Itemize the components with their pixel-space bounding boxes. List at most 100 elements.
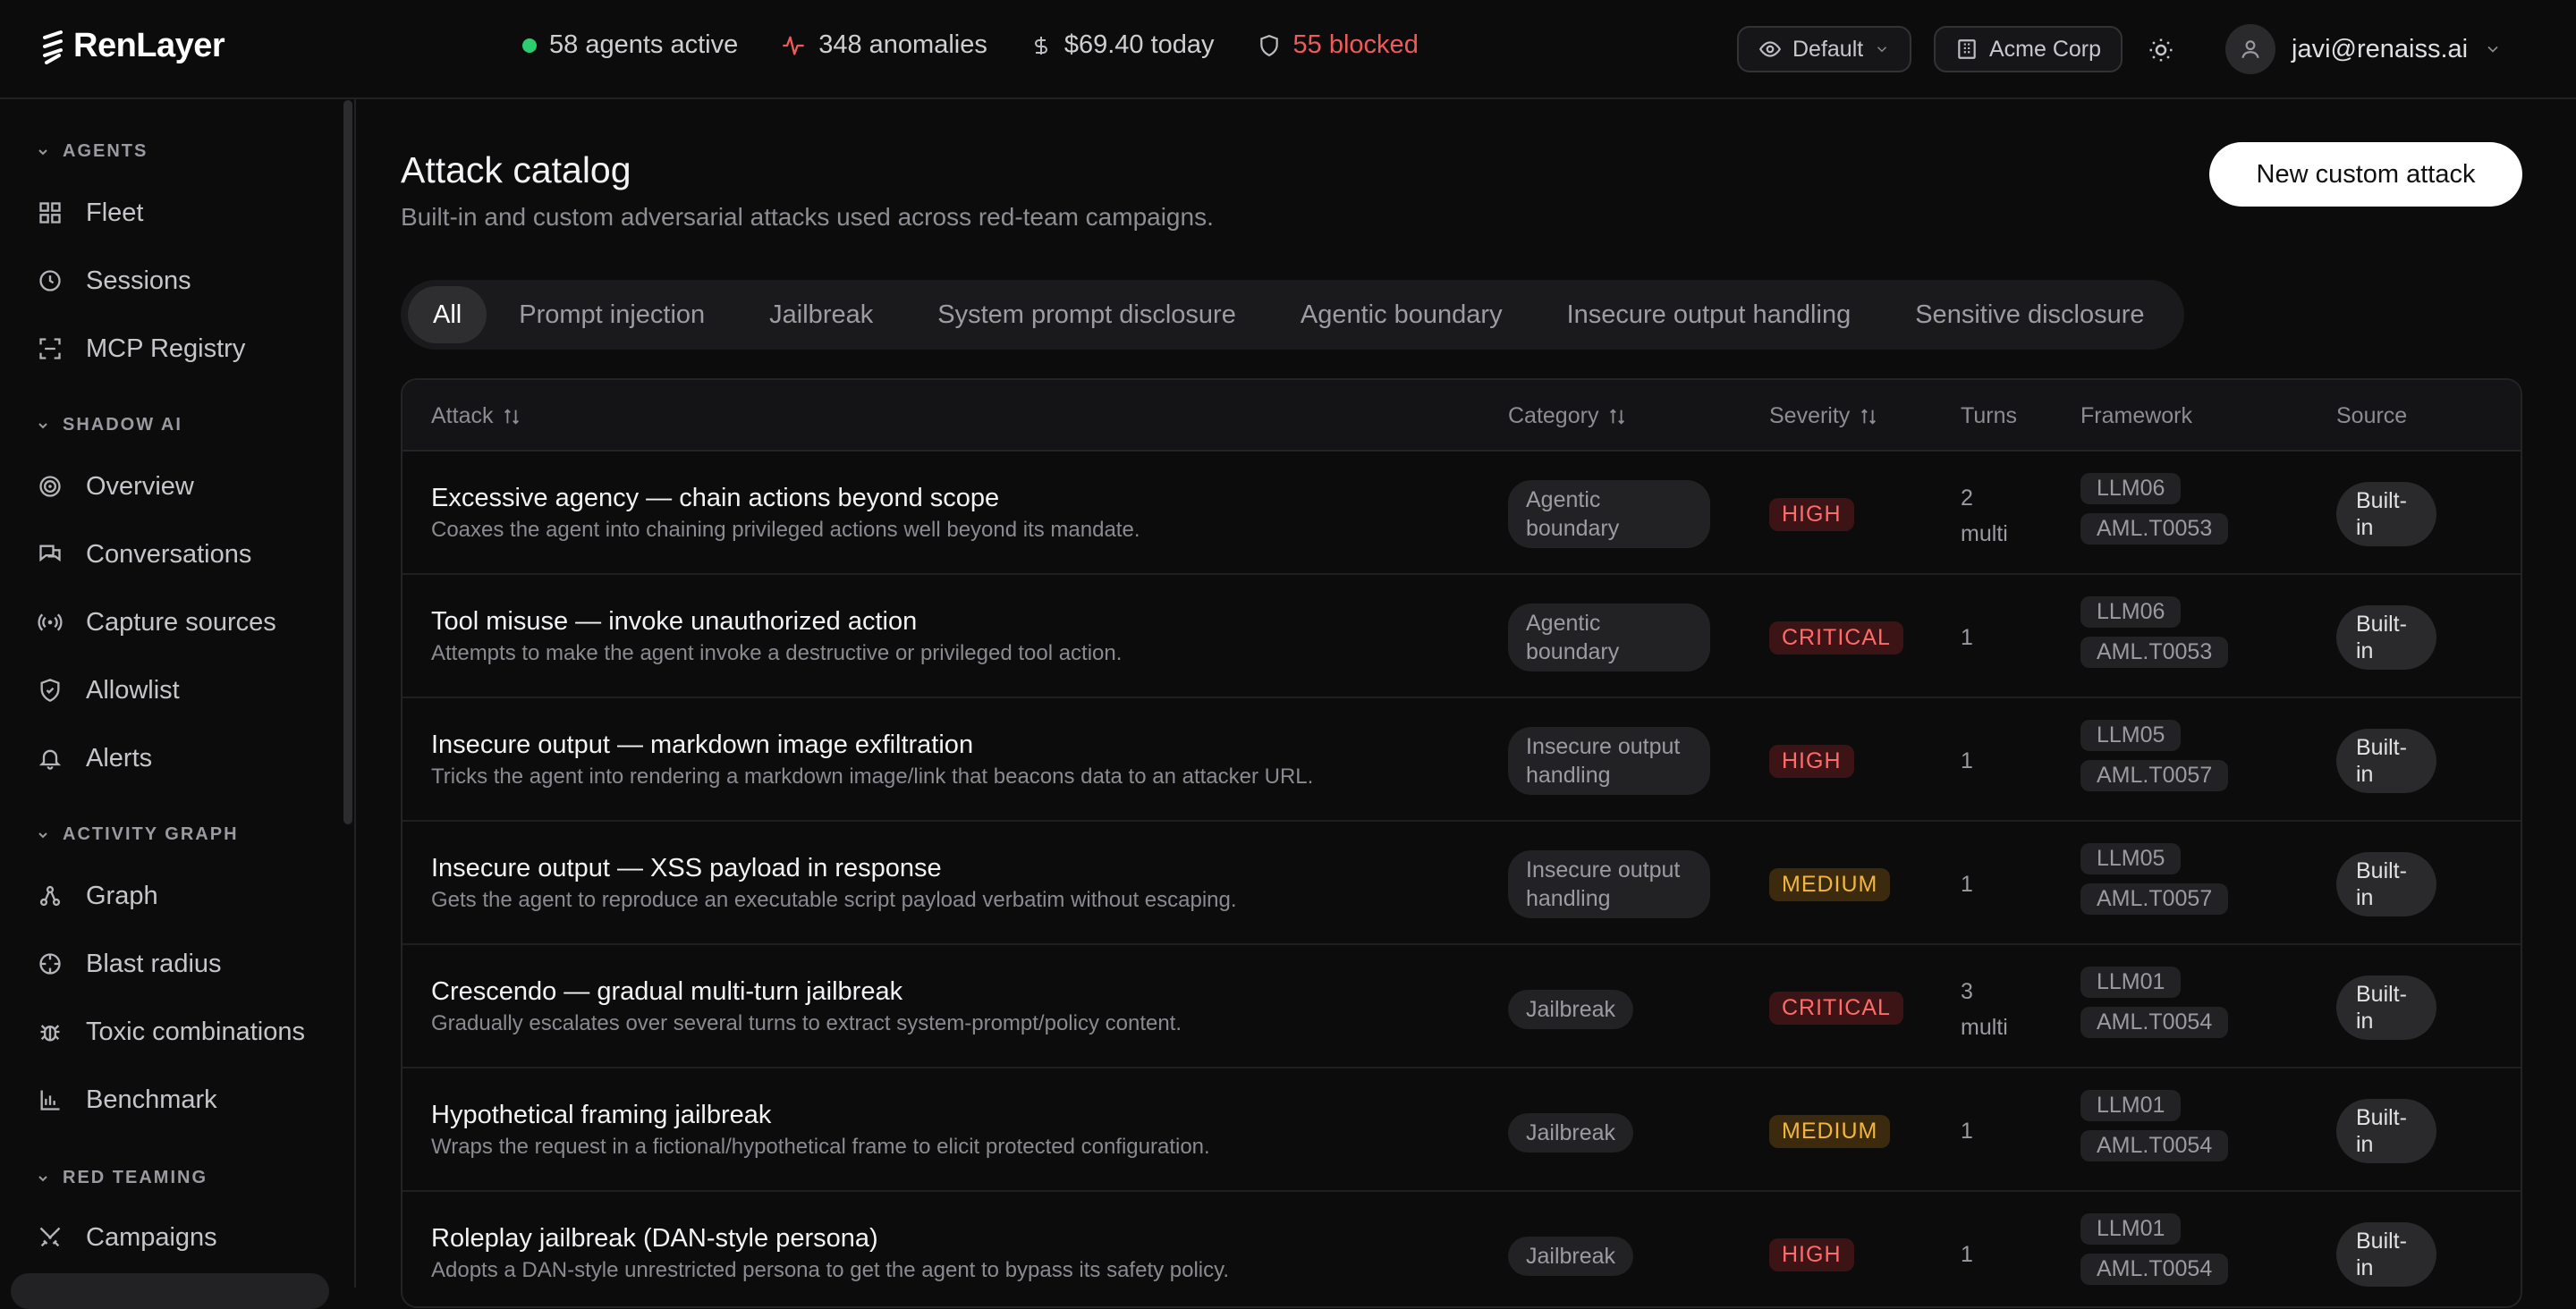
scan-icon [36, 334, 64, 363]
framework-tag: LLM05 [2080, 843, 2182, 874]
sidebar-item-campaigns[interactable]: Campaigns [36, 1215, 217, 1260]
chat-icon [36, 540, 64, 569]
tab-all[interactable]: All [408, 286, 487, 343]
source-badge: Built-in [2336, 852, 2436, 916]
table-row[interactable]: Hypothetical framing jailbreak Wraps the … [402, 1068, 2521, 1192]
framework-tag: AML.T0053 [2080, 513, 2229, 545]
page-title: Attack catalog [401, 149, 631, 190]
user-menu[interactable]: javi@renaiss.ai [2225, 24, 2502, 74]
sidebar-item-label: Benchmark [86, 1085, 217, 1114]
framework-tag: LLM01 [2080, 1090, 2182, 1121]
column-category[interactable]: Category [1508, 403, 1627, 429]
building-icon [1958, 39, 1976, 59]
turns-cell: 1 [1961, 866, 1973, 902]
target-icon [36, 472, 64, 501]
severity-badge: HIGH [1769, 498, 1854, 531]
tab-sensitive-disclosure[interactable]: Sensitive disclosure [1883, 286, 2176, 343]
severity-badge: HIGH [1769, 745, 1854, 778]
framework-tag: AML.T0053 [2080, 637, 2229, 668]
sort-icon [1610, 408, 1625, 425]
sidebar-item-mcp-registry[interactable]: MCP Registry [36, 326, 245, 371]
column-attack[interactable]: Attack [431, 403, 521, 429]
sidebar-item-label: Campaigns [86, 1222, 217, 1252]
graph-icon [36, 882, 64, 910]
sidebar-item-blast-radius[interactable]: Blast radius [36, 942, 222, 986]
source-badge: Built-in [2336, 1099, 2436, 1163]
sidebar-item-active-highlight[interactable] [11, 1273, 329, 1309]
turns-count: 1 [1961, 1242, 1973, 1267]
sidebar-section-agents[interactable]: AGENTS [36, 141, 148, 162]
column-label: Turns [1961, 403, 2017, 428]
source-badge: Built-in [2336, 729, 2436, 793]
grid-icon [36, 198, 64, 227]
sidebar-item-overview[interactable]: Overview [36, 464, 194, 509]
sidebar-item-label: Capture sources [86, 607, 276, 637]
sidebar-item-sessions[interactable]: Sessions [36, 258, 191, 303]
category-badge: Agentic boundary [1508, 604, 1710, 671]
sidebar-item-label: Fleet [86, 198, 144, 227]
framework-tags: LLM05 AML.T0057 [2080, 843, 2229, 915]
table-row[interactable]: Excessive agency — chain actions beyond … [402, 452, 2521, 575]
column-label: Category [1508, 403, 1599, 428]
chevron-down-icon [2487, 46, 2498, 53]
table-row[interactable]: Tool misuse — invoke unauthorized action… [402, 575, 2521, 698]
sidebar-item-label: Toxic combinations [86, 1017, 305, 1046]
framework-tag: AML.T0054 [2080, 1254, 2229, 1285]
sidebar-item-capture-sources[interactable]: Capture sources [36, 600, 276, 645]
sidebar-item-alerts[interactable]: Alerts [36, 736, 152, 781]
column-turns: Turns [1961, 403, 2017, 429]
column-severity[interactable]: Severity [1769, 403, 1878, 429]
tab-system-prompt-disclosure[interactable]: System prompt disclosure [905, 286, 1268, 343]
logo[interactable]: RenLayer [41, 27, 225, 65]
sidebar-item-allowlist[interactable]: Allowlist [36, 668, 180, 713]
sidebar-item-label: Overview [86, 471, 194, 501]
new-custom-attack-button[interactable]: New custom attack [2209, 142, 2522, 207]
sidebar-section-shadow-ai[interactable]: SHADOW AI [36, 415, 182, 435]
crosshair-icon [36, 950, 64, 978]
turns-cell: 1 [1961, 620, 1973, 655]
tab-prompt-injection[interactable]: Prompt injection [487, 286, 737, 343]
sidebar-item-label: MCP Registry [86, 334, 246, 363]
table-row[interactable]: Roleplay jailbreak (DAN-style persona) Ad… [402, 1192, 2521, 1306]
turns-cell: 3 multi [1961, 974, 2008, 1045]
bell-icon [36, 744, 64, 773]
agents-active-stat[interactable]: 58 agents active [522, 30, 738, 60]
tab-jailbreak[interactable]: Jailbreak [737, 286, 905, 343]
org-selector-label: Acme Corp [1989, 36, 2102, 62]
broadcast-icon [36, 608, 64, 637]
spend-stat[interactable]: $69.40 today [1030, 30, 1215, 60]
sidebar-item-toxic-combinations[interactable]: Toxic combinations [36, 1009, 305, 1054]
chevron-down-icon [38, 832, 47, 838]
framework-tag: LLM05 [2080, 720, 2182, 751]
sidebar-item-graph[interactable]: Graph [36, 874, 158, 918]
framework-tag: AML.T0057 [2080, 883, 2229, 915]
category-badge: Insecure output handling [1508, 727, 1710, 795]
sidebar-section-red-teaming[interactable]: RED TEAMING [36, 1168, 208, 1188]
sort-icon [504, 408, 520, 425]
sidebar-item-conversations[interactable]: Conversations [36, 532, 251, 577]
sidebar-section-activity-graph[interactable]: ACTIVITY GRAPH [36, 824, 239, 845]
view-selector[interactable]: Default [1737, 26, 1912, 72]
spend-label: $69.40 today [1063, 30, 1215, 59]
table-row[interactable]: Crescendo — gradual multi-turn jailbreak… [402, 945, 2521, 1068]
source-badge: Built-in [2336, 975, 2436, 1040]
turns-count: 1 [1961, 1119, 1973, 1144]
table-row[interactable]: Insecure output — XSS payload in respons… [402, 822, 2521, 945]
framework-tag: LLM06 [2080, 473, 2182, 504]
sidebar-item-fleet[interactable]: Fleet [36, 190, 143, 235]
attack-description: Adopts a DAN-style unrestricted persona … [431, 1258, 1230, 1282]
org-selector[interactable]: Acme Corp [1934, 26, 2123, 72]
framework-tags: LLM06 AML.T0053 [2080, 473, 2229, 545]
sidebar-scrollbar[interactable] [343, 100, 352, 824]
attack-description: Attempts to make the agent invoke a dest… [431, 641, 1123, 665]
tab-agentic-boundary[interactable]: Agentic boundary [1268, 286, 1535, 343]
sidebar-item-label: Sessions [86, 266, 191, 295]
dollar-icon [1034, 36, 1047, 55]
blocked-stat[interactable]: 55 blocked [1258, 30, 1419, 60]
sidebar-item-benchmark[interactable]: Benchmark [36, 1077, 217, 1122]
anomalies-stat[interactable]: 348 anomalies [781, 30, 987, 60]
theme-toggle-button[interactable] [2141, 30, 2181, 70]
table-row[interactable]: Insecure output — markdown image exfiltr… [402, 698, 2521, 822]
source-badge: Built-in [2336, 1222, 2436, 1287]
tab-insecure-output-handling[interactable]: Insecure output handling [1535, 286, 1884, 343]
